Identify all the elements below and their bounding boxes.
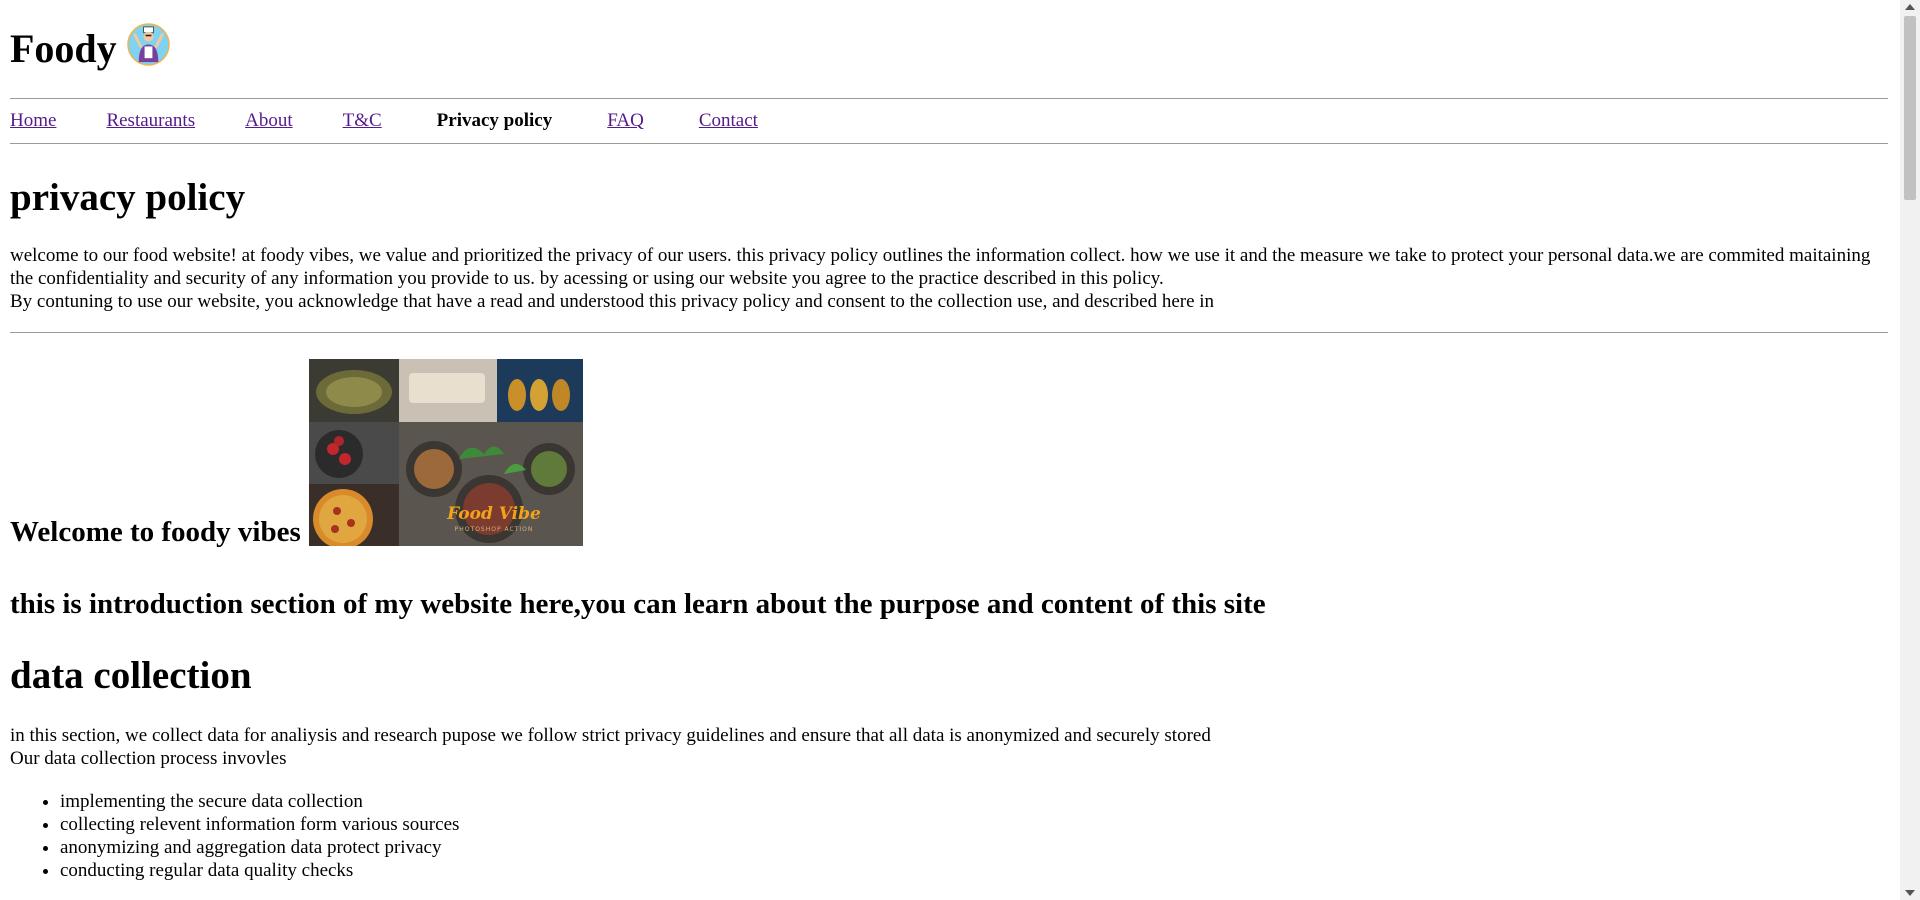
nav-bottom-divider <box>10 143 1888 144</box>
scroll-up-arrow-icon[interactable] <box>1905 4 1915 10</box>
welcome-section: Welcome to foody vibes Food Vibe PHOTOSH… <box>10 359 1888 548</box>
main-nav: Home Restaurants About T&C Privacy polic… <box>10 99 1888 143</box>
data-collection-line-1: in this section, we collect data for ana… <box>10 725 1211 746</box>
data-collection-heading: data collection <box>10 654 252 697</box>
collage-subtext: PHOTOSHOP ACTION <box>454 526 533 533</box>
collage-brand-text: Food Vibe <box>446 504 541 524</box>
data-collection-text: in this section, we collect data for ana… <box>10 724 1888 770</box>
privacy-policy-heading: privacy policy <box>10 176 246 219</box>
chef-avatar-icon <box>126 22 170 66</box>
welcome-heading: Welcome to foody vibes <box>10 516 301 548</box>
list-item: conducting regular data quality checks <box>60 859 1888 882</box>
food-collage-image: Food Vibe PHOTOSHOP ACTION <box>308 359 583 546</box>
scroll-down-arrow-icon[interactable] <box>1905 890 1915 896</box>
nav-link-home[interactable]: Home <box>10 110 56 132</box>
nav-link-faq[interactable]: FAQ <box>607 110 644 132</box>
list-item: implementing the secure data collection <box>60 790 1888 813</box>
data-collection-list: implementing the secure data collection … <box>10 790 1888 882</box>
nav-link-contact[interactable]: Contact <box>699 110 758 132</box>
nav-item-privacy-policy-active: Privacy policy <box>436 110 553 131</box>
scrollbar-thumb[interactable] <box>1904 16 1916 200</box>
nav-link-restaurants[interactable]: Restaurants <box>106 110 195 132</box>
site-title: Foody <box>10 26 117 71</box>
privacy-policy-text: welcome to our food website! at foody vi… <box>10 244 1888 313</box>
privacy-policy-line-2: By contuning to use our website, you ack… <box>10 291 1215 312</box>
nav-link-about[interactable]: About <box>245 110 293 132</box>
intro-heading: this is introduction section of my websi… <box>10 588 1266 620</box>
vertical-scrollbar[interactable] <box>1900 0 1920 900</box>
section-divider <box>10 332 1888 333</box>
list-item: anonymizing and aggregation data protect… <box>60 836 1888 859</box>
nav-link-tc[interactable]: T&C <box>343 110 382 132</box>
privacy-policy-line-1: welcome to our food website! at foody vi… <box>10 245 1871 289</box>
page: Foody Home Restaurants About T&C Privacy… <box>10 0 1888 882</box>
data-collection-line-2: Our data collection process invovles <box>10 748 287 769</box>
list-item: collecting relevent information form var… <box>60 813 1888 836</box>
site-header: Foody <box>10 18 1888 80</box>
